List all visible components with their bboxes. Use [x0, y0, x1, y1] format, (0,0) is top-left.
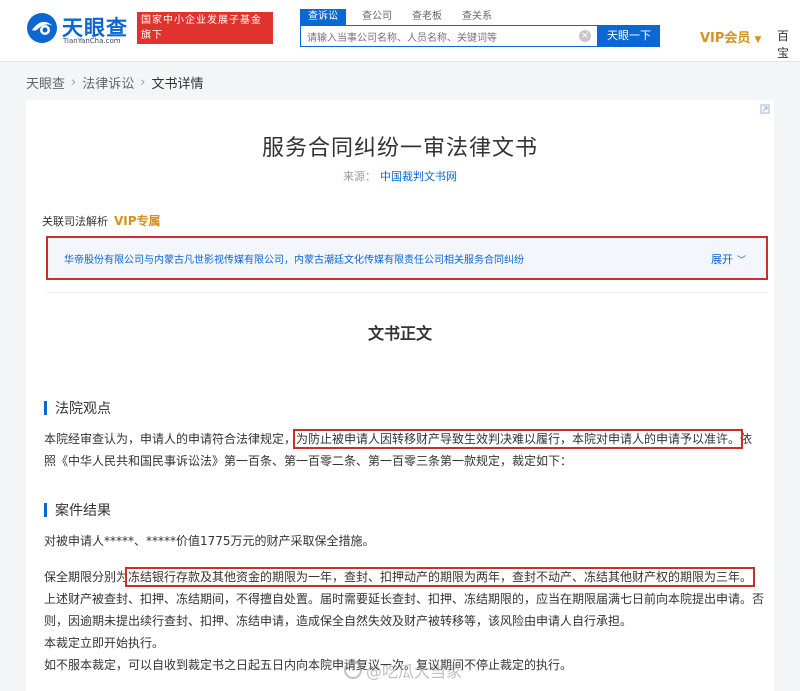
document-source: 来源： 中国裁判文书网 [26, 168, 774, 184]
related-case-box: 华帝股份有限公司与内蒙古凡世影视传媒有限公司，内蒙古潮廷文化传媒有限责任公司相关… [46, 236, 768, 280]
slogan-badge: 国家中小企业发展子基金旗下 官方备案企业征信机构 [137, 12, 273, 56]
court-opinion-paragraph: 本院经审查认为，申请人的申请符合法律规定，为防止被申请人因转移财产导致生效判决难… [44, 428, 764, 472]
site-logo[interactable]: 天眼查 TianYanCha.com [26, 10, 134, 50]
breadcrumb-home[interactable]: 天眼查 [26, 73, 65, 92]
logo-subtext: TianYanCha.com [63, 37, 121, 45]
clear-icon[interactable]: × [579, 30, 591, 42]
slogan-line-2: 官方备案企业征信机构 [141, 45, 251, 56]
document-card: 服务合同纠纷一审法律文书 来源： 中国裁判文书网 关联司法解析 VIP专属 华帝股份… [26, 100, 774, 691]
chevron-right-icon: › [71, 75, 77, 90]
section-bar [44, 401, 47, 415]
related-analysis-header: 关联司法解析 VIP专属 [42, 212, 161, 229]
result-paragraph-4: 本裁定立即开始执行。 [44, 636, 165, 650]
result-paragraph-3: 上述财产被查封、扣押、冻结期间，不得擅自处置。届时需要延长查封、扣押、冻结期限的… [44, 592, 765, 628]
tab-company[interactable]: 查公司 [362, 9, 392, 25]
section-title-text: 法院观点 [55, 401, 111, 417]
weibo-icon [344, 661, 362, 679]
search-tabs: 查诉讼 查公司 查老板 查关系 [300, 9, 512, 25]
tab-relation[interactable]: 查关系 [462, 9, 492, 25]
search-box: × [300, 25, 598, 49]
baibao-link[interactable]: 百宝 [777, 27, 800, 61]
section-court-opinion-title: 法院观点 [44, 398, 111, 418]
breadcrumb-lawsuit[interactable]: 法律诉讼 [82, 73, 134, 92]
slogan-line-1: 国家中小企业发展子基金旗下 [141, 15, 262, 41]
source-label: 来源： [343, 170, 376, 183]
top-header: 天眼查 TianYanCha.com 国家中小企业发展子基金旗下 官方备案企业征… [0, 0, 800, 62]
result-paragraph-2: 保全期限分别为冻结银行存款及其他资金的期限为一年，查封、扣押动产的期限为两年，查… [44, 566, 764, 588]
section-title-text: 案件结果 [55, 503, 111, 519]
section-bar [44, 503, 47, 517]
document-title: 服务合同纠纷一审法律文书 [261, 136, 538, 161]
related-analysis-label: 关联司法解析 [42, 215, 108, 228]
watermark-text: @吃瓜大当家 [366, 662, 463, 681]
divider [46, 292, 768, 293]
breadcrumb-current: 文书详情 [151, 77, 204, 92]
logo-eye-icon [27, 13, 57, 43]
section-case-result-title: 案件结果 [44, 500, 111, 520]
result-text-a: 保全期限分别为 [44, 570, 129, 584]
caret-down-icon: ▼ [754, 35, 762, 45]
chevron-down-icon: ﹀ [736, 256, 746, 266]
vip-exclusive-badge: VIP专属 [114, 214, 161, 228]
breadcrumb: 天眼查 › 法律诉讼 › 文书详情 [26, 73, 203, 92]
expand-label: 展开 [710, 253, 733, 266]
search-button[interactable]: 天眼一下 [598, 25, 660, 47]
tab-boss[interactable]: 查老板 [412, 9, 442, 25]
source-link[interactable]: 中国裁判文书网 [380, 170, 457, 183]
search-input[interactable] [301, 28, 571, 49]
expand-button[interactable]: 展开 ﹀ [711, 251, 746, 267]
document-body-title: 文书正文 [367, 324, 432, 343]
ad-corner-icon [760, 104, 770, 114]
chevron-right-icon: › [140, 75, 146, 90]
opinion-highlight: 为防止被申请人因转移财产导致生效判决难以履行，本院对申请人的申请予以准许。 [293, 429, 744, 449]
result-paragraph-1: 对被申请人*****、*****价值1775万元的财产采取保全措施。 [44, 534, 375, 548]
related-case-link[interactable]: 华帝股份有限公司与内蒙古凡世影视传媒有限公司，内蒙古潮廷文化传媒有限责任公司相关… [64, 251, 524, 266]
result-highlight: 冻结银行存款及其他资金的期限为一年，查封、扣押动产的期限为两年，查封不动产、冻结… [125, 567, 756, 587]
watermark: @吃瓜大当家 [344, 658, 462, 682]
vip-member-menu[interactable]: VIP会员 ▼ [700, 27, 761, 46]
opinion-text-a: 本院经审查认为，申请人的申请符合法律规定， [44, 432, 297, 446]
tab-lawsuit[interactable]: 查诉讼 [300, 9, 346, 25]
vip-label: VIP会员 [700, 31, 751, 46]
